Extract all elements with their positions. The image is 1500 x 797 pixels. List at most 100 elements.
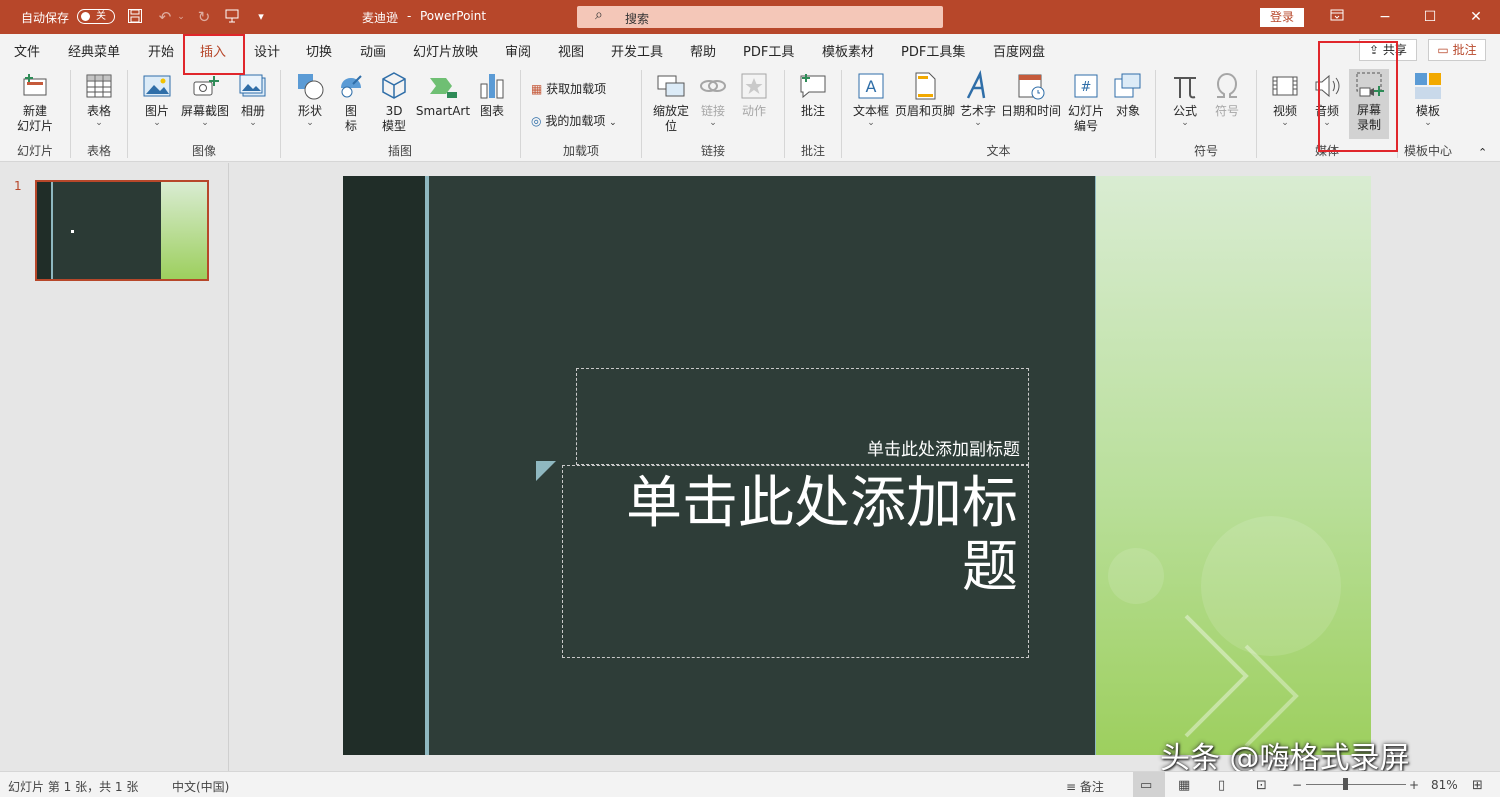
- fit-to-window-icon[interactable]: ⊞: [1472, 778, 1483, 793]
- icons-button[interactable]: 图 标: [333, 70, 369, 134]
- collapse-ribbon-icon[interactable]: ⌃: [1478, 146, 1487, 159]
- get-addins-button[interactable]: ▦ 获取加载项: [531, 80, 606, 97]
- tab-animations[interactable]: 动画: [360, 41, 386, 60]
- thumb-accent-line: [51, 182, 53, 279]
- tab-baidu-netdisk[interactable]: 百度网盘: [993, 41, 1045, 60]
- minimize-icon[interactable]: −: [1371, 5, 1399, 29]
- header-footer-label: 页眉和页脚: [894, 104, 955, 118]
- group-addins: ▦ 获取加载项 ◎ 我的加载项 ⌄ 加载项: [521, 64, 641, 162]
- undo-dropdown-icon[interactable]: ⌄: [172, 8, 190, 26]
- redo-icon[interactable]: ↻: [195, 8, 213, 26]
- tab-slideshow[interactable]: 幻灯片放映: [413, 41, 478, 60]
- action-button[interactable]: 动作: [736, 70, 772, 119]
- wordart-button[interactable]: 艺术字 ⌄: [958, 70, 998, 128]
- title-placeholder[interactable]: 单击此处添加标题: [562, 465, 1029, 658]
- group-links: 缩放定 位 链接 ⌄ 动作 链接: [642, 64, 784, 162]
- link-icon: [700, 80, 726, 92]
- language[interactable]: 中文(中国): [172, 778, 229, 795]
- header-footer-button[interactable]: 页眉和页脚: [894, 70, 956, 119]
- tab-transitions[interactable]: 切换: [306, 41, 332, 60]
- header-footer-icon: [915, 72, 936, 100]
- group-images-label: 图像: [191, 144, 216, 158]
- zoom-slider-track[interactable]: [1306, 784, 1406, 785]
- tab-design[interactable]: 设计: [254, 41, 280, 60]
- wordart-label: 艺术字: [959, 104, 996, 118]
- shapes-button[interactable]: 形状 ⌄: [291, 70, 329, 128]
- comments-button[interactable]: ▭ 批注: [1428, 39, 1486, 61]
- zoom-slider-thumb[interactable]: [1343, 778, 1348, 790]
- template-button[interactable]: 模板 ⌄: [1410, 70, 1446, 128]
- picture-label: 图片: [144, 104, 169, 118]
- symbol-button[interactable]: 符号: [1208, 70, 1246, 119]
- save-icon[interactable]: [126, 8, 144, 26]
- new-slide-button[interactable]: 新建 幻灯片: [8, 70, 62, 134]
- notes-button[interactable]: ≡ 备注: [1066, 778, 1104, 795]
- textbox-button[interactable]: A 文本框 ⌄: [850, 70, 892, 128]
- subtitle-placeholder[interactable]: 单击此处添加副标题: [576, 368, 1029, 465]
- tab-file[interactable]: 文件: [14, 41, 40, 60]
- slide-number-button[interactable]: # 幻灯片 编号: [1064, 70, 1108, 134]
- maximize-icon[interactable]: ☐: [1416, 5, 1444, 29]
- slide-info: 幻灯片 第 1 张，共 1 张: [8, 780, 139, 794]
- chevron-down-icon: ⌄: [1181, 118, 1189, 128]
- symbol-label: 符号: [1214, 104, 1239, 118]
- subtitle-placeholder-text: 单击此处添加副标题: [867, 440, 1020, 460]
- chevron-down-icon: ⌄: [95, 118, 103, 128]
- zoom-button[interactable]: 缩放定 位: [650, 70, 692, 134]
- chevron-down-icon: ⌄: [709, 118, 717, 128]
- present-from-start-icon[interactable]: [223, 8, 241, 26]
- close-icon[interactable]: ✕: [1462, 5, 1490, 29]
- ribbon-display-options-icon[interactable]: [1323, 5, 1351, 29]
- object-label: 对象: [1115, 104, 1140, 118]
- tab-view[interactable]: 视图: [558, 41, 584, 60]
- link-button[interactable]: 链接 ⌄: [696, 70, 730, 128]
- tab-help[interactable]: 帮助: [690, 41, 716, 60]
- object-button[interactable]: 对象: [1110, 70, 1146, 119]
- tab-classic-menu[interactable]: 经典菜单: [68, 41, 120, 60]
- new-comment-button[interactable]: 批注: [795, 70, 831, 119]
- action-label: 动作: [741, 104, 766, 118]
- slide-canvas[interactable]: 单击此处添加副标题 单击此处添加标题: [343, 176, 1371, 755]
- search-box[interactable]: ⌕ 搜索: [577, 6, 943, 28]
- slide-accent-line: [425, 176, 429, 755]
- omega-icon: [1216, 72, 1238, 98]
- tab-pdf-toolset[interactable]: PDF工具集: [901, 41, 965, 60]
- tab-developer[interactable]: 开发工具: [611, 41, 663, 60]
- slideshow-view-icon[interactable]: ⊡: [1256, 778, 1267, 793]
- picture-button[interactable]: 图片 ⌄: [138, 70, 176, 128]
- screenshot-label: 屏幕截图: [180, 104, 229, 118]
- photo-album-button[interactable]: 相册 ⌄: [234, 70, 272, 128]
- screenshot-button[interactable]: 屏幕截图 ⌄: [178, 70, 232, 128]
- group-comments-label: 批注: [800, 144, 825, 158]
- 3d-models-button[interactable]: 3D 模型: [375, 70, 413, 134]
- svg-text:A: A: [866, 77, 877, 96]
- chart-icon: [480, 74, 504, 99]
- tab-pdf-tools[interactable]: PDF工具: [743, 41, 794, 60]
- 3d-label-2: 模型: [381, 119, 406, 133]
- login-button[interactable]: 登录: [1260, 8, 1304, 27]
- slide-number-label-2: 编号: [1073, 119, 1098, 133]
- group-illustrations: 形状 ⌄ 图 标 3D 模型 SmartArt 图表 插图: [281, 64, 519, 162]
- zoom-out-button[interactable]: −: [1292, 778, 1302, 792]
- video-button[interactable]: 视频 ⌄: [1267, 70, 1303, 128]
- table-button[interactable]: 表格 ⌄: [81, 70, 117, 128]
- my-addins-button[interactable]: ◎ 我的加载项 ⌄: [531, 112, 617, 129]
- date-time-button[interactable]: 日期和时间: [1000, 70, 1062, 119]
- slide-thumbnail[interactable]: [35, 180, 209, 281]
- zoom-level[interactable]: 81%: [1431, 778, 1458, 792]
- tab-home[interactable]: 开始: [148, 41, 174, 60]
- slide-sorter-icon[interactable]: ▦: [1178, 778, 1190, 793]
- tab-review[interactable]: 审阅: [505, 41, 531, 60]
- group-tables-label: 表格: [86, 144, 111, 158]
- zoom-in-button[interactable]: +: [1409, 778, 1419, 792]
- smartart-label: SmartArt: [415, 104, 471, 118]
- equation-button[interactable]: 公式 ⌄: [1166, 70, 1204, 128]
- chart-button[interactable]: 图表: [475, 70, 509, 119]
- group-tables: 表格 ⌄ 表格: [71, 64, 127, 162]
- slide-number: 1: [14, 179, 22, 193]
- reading-view-icon[interactable]: ▯: [1218, 778, 1225, 793]
- smartart-button[interactable]: SmartArt: [413, 70, 473, 119]
- tab-template-assets[interactable]: 模板素材: [822, 41, 874, 60]
- customize-toolbar-icon[interactable]: ▾: [252, 8, 270, 26]
- autosave-toggle[interactable]: 关: [77, 9, 115, 24]
